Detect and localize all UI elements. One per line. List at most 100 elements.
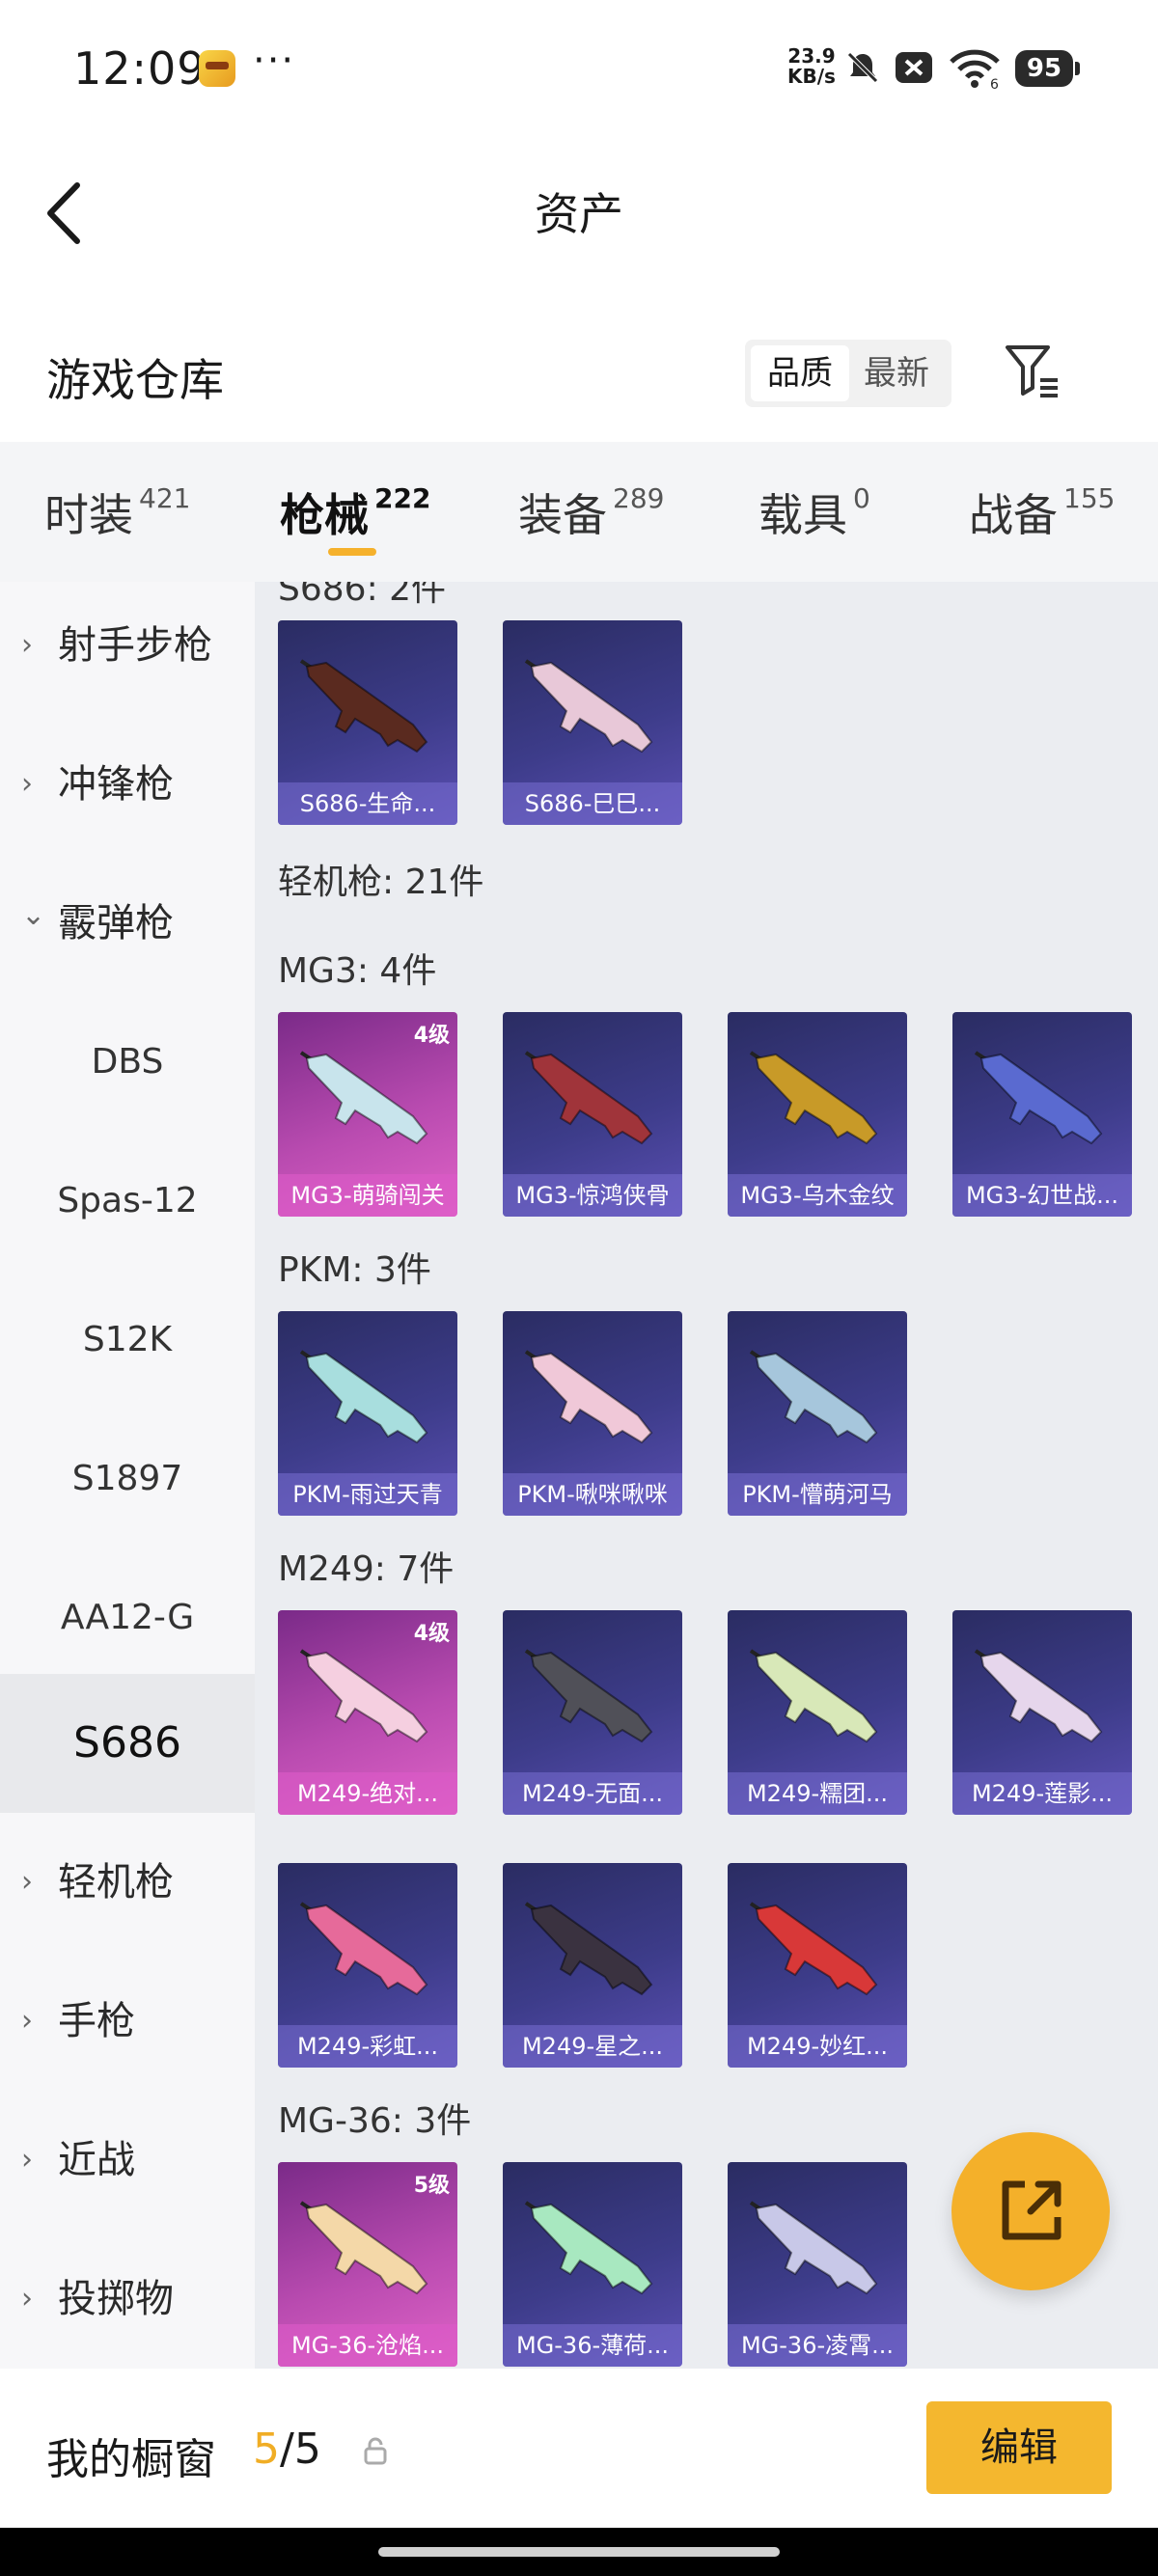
share-external-icon xyxy=(1002,2180,1062,2240)
showcase-bar: 我的橱窗 5/5 编辑 xyxy=(0,2369,1158,2528)
item-card[interactable]: M249-妙红... xyxy=(728,1863,907,2068)
sidebar-item-smg[interactable]: › 冲锋枪 xyxy=(0,715,255,854)
gun-image xyxy=(299,1902,428,1996)
item-card[interactable]: PKM-懵萌河马 xyxy=(728,1311,907,1516)
item-name: MG-36-凌霄... xyxy=(728,2324,907,2367)
item-card[interactable]: M249-糯团... xyxy=(728,1610,907,1815)
item-grid: S686: 2件 轻机枪: 21件 MG3: 4件 PKM: 3件 M249: … xyxy=(255,582,1158,2369)
gun-image xyxy=(299,1649,428,1743)
item-card[interactable]: M249-莲影... xyxy=(952,1610,1132,1815)
edit-button[interactable]: 编辑 xyxy=(926,2401,1112,2494)
item-card[interactable]: M249-无面... xyxy=(503,1610,682,1815)
group-title-pkm: PKM: 3件 xyxy=(278,1250,431,1290)
clock: 12:09 xyxy=(73,42,207,95)
tab-equipment[interactable]: 装备 289 xyxy=(518,480,664,544)
sidebar-item-throwable[interactable]: › 投掷物 xyxy=(0,2230,255,2369)
sidebar-sub-s12k[interactable]: S12K xyxy=(0,1271,255,1410)
item-name: MG3-乌木金纹 xyxy=(728,1174,907,1217)
header: 资产 xyxy=(0,154,1158,270)
item-card[interactable]: S686-生命... xyxy=(278,620,457,825)
item-name: MG3-惊鸿侠骨 xyxy=(503,1174,682,1217)
gun-image xyxy=(749,2201,878,2295)
item-name: MG-36-薄荷... xyxy=(503,2324,682,2367)
sidebar-sub-aa12g[interactable]: AA12-G xyxy=(0,1548,255,1687)
sort-by-quality[interactable]: 品质 xyxy=(751,345,849,401)
lock-icon xyxy=(364,2437,387,2465)
gun-image xyxy=(524,1649,653,1743)
gun-image xyxy=(749,1350,878,1444)
item-card[interactable]: MG3-乌木金纹 xyxy=(728,1012,907,1217)
item-card[interactable]: M249-彩虹... xyxy=(278,1863,457,2068)
sort-by-newest[interactable]: 最新 xyxy=(847,345,946,401)
tab-fashion[interactable]: 时装 421 xyxy=(44,480,190,544)
item-name: M249-无面... xyxy=(503,1772,682,1815)
gun-image xyxy=(524,659,653,754)
item-card[interactable]: 4级 M249-绝对... xyxy=(278,1610,457,1815)
sidebar-item-shotgun[interactable]: ⌄ 霰弹枪 xyxy=(0,854,255,993)
chevron-right-icon: › xyxy=(21,1865,33,1899)
sidebar-sub-spas12[interactable]: Spas-12 xyxy=(0,1132,255,1271)
chevron-right-icon: › xyxy=(21,2004,33,2038)
net-speed: 23.9 KB/s xyxy=(787,44,836,88)
item-name: S686-生命... xyxy=(278,782,457,825)
group-title-m249: M249: 7件 xyxy=(278,1549,455,1589)
sidebar-sub-s1897[interactable]: S1897 xyxy=(0,1410,255,1548)
status-bar: 12:09 ··· 23.9 KB/s 6 95 xyxy=(0,0,1158,135)
chevron-right-icon: › xyxy=(21,2282,33,2316)
active-tab-indicator xyxy=(328,548,376,556)
chevron-down-icon: ⌄ xyxy=(21,898,46,932)
item-name: M249-彩虹... xyxy=(278,2025,457,2068)
item-name: M249-星之... xyxy=(503,2025,682,2068)
item-card[interactable]: PKM-雨过天青 xyxy=(278,1311,457,1516)
sidebar-sub-dbs[interactable]: DBS xyxy=(0,993,255,1132)
category-tabs: 时装 421 枪械 222 装备 289 载具 0 战备 155 xyxy=(0,442,1158,582)
battery-indicator: 95 xyxy=(1015,50,1080,87)
item-name: MG-36-沧焰... xyxy=(278,2324,457,2367)
sort-toggle: 品质 最新 xyxy=(745,340,951,407)
item-name: PKM-啾咪啾咪 xyxy=(503,1473,682,1516)
item-card[interactable]: MG3-幻世战... xyxy=(952,1012,1132,1217)
level-badge: 4级 xyxy=(413,1024,450,1048)
tab-guns[interactable]: 枪械 222 xyxy=(280,480,430,544)
item-name: MG3-萌骑闯关 xyxy=(278,1174,457,1217)
gun-image xyxy=(524,2201,653,2295)
group-title-mg3: MG3: 4件 xyxy=(278,951,437,991)
item-card[interactable]: 5级 MG-36-沧焰... xyxy=(278,2162,457,2367)
sidebar-item-pistol[interactable]: › 手枪 xyxy=(0,1952,255,2091)
wifi-icon: 6 xyxy=(950,49,1000,89)
share-button[interactable] xyxy=(951,2132,1110,2290)
chevron-right-icon: › xyxy=(21,628,33,662)
item-card[interactable]: PKM-啾咪啾咪 xyxy=(503,1311,682,1516)
item-name: S686-巳巳... xyxy=(503,782,682,825)
group-title-s686: S686: 2件 xyxy=(278,582,447,609)
home-gesture-bar[interactable] xyxy=(378,2547,780,2557)
item-card[interactable]: M249-星之... xyxy=(503,1863,682,2068)
item-name: M249-绝对... xyxy=(278,1772,457,1815)
item-name: M249-莲影... xyxy=(952,1772,1132,1815)
item-card[interactable]: 4级 MG3-萌骑闯关 xyxy=(278,1012,457,1217)
filter-icon[interactable] xyxy=(1004,342,1062,401)
item-card[interactable]: MG-36-凌霄... xyxy=(728,2162,907,2367)
category-sidebar: › 射手步枪 › 冲锋枪 ⌄ 霰弹枪 DBS Spas-12 S12K S189… xyxy=(0,582,255,2369)
app-notification-icon xyxy=(199,50,235,87)
sidebar-sub-s686[interactable]: S686 xyxy=(0,1674,255,1813)
item-card[interactable]: S686-巳巳... xyxy=(503,620,682,825)
group-title-lmg: 轻机枪: 21件 xyxy=(278,863,484,902)
item-card[interactable]: MG-36-薄荷... xyxy=(503,2162,682,2367)
sidebar-item-marksman-rifle[interactable]: › 射手步枪 xyxy=(0,582,255,715)
item-card[interactable]: MG3-惊鸿侠骨 xyxy=(503,1012,682,1217)
showcase-count: 5/5 xyxy=(253,2425,321,2474)
tab-battle-gear[interactable]: 战备 155 xyxy=(969,480,1115,544)
gun-image xyxy=(299,659,428,754)
level-badge: 5级 xyxy=(413,2174,450,2198)
sim-off-icon xyxy=(896,52,932,83)
sidebar-item-lmg[interactable]: › 轻机枪 xyxy=(0,1813,255,1952)
sidebar-item-melee[interactable]: › 近战 xyxy=(0,2091,255,2230)
gun-image xyxy=(299,1051,428,1145)
item-name: M249-糯团... xyxy=(728,1772,907,1815)
gun-image xyxy=(974,1649,1103,1743)
gun-image xyxy=(524,1350,653,1444)
tab-vehicles[interactable]: 载具 0 xyxy=(758,480,870,544)
section-title: 游戏仓库 xyxy=(46,354,224,406)
gun-image xyxy=(299,2201,428,2295)
